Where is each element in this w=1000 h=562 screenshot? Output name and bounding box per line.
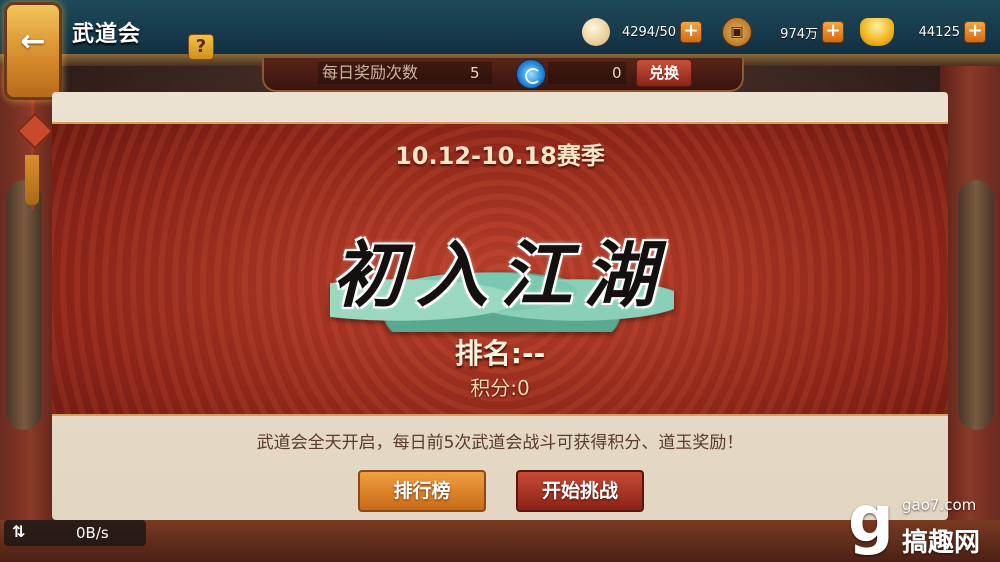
add-stamina-button[interactable]: +	[680, 21, 702, 43]
back-button[interactable]: ←	[4, 2, 62, 100]
start-challenge-button[interactable]: 开始挑战	[516, 470, 644, 512]
watermark-logo: g	[848, 483, 894, 557]
exchange-button[interactable]: 兑换	[636, 59, 692, 87]
help-button[interactable]: ?	[188, 34, 214, 60]
network-speed-indicator: ⇅ 0B/s	[4, 520, 146, 546]
copper-value: 974万	[780, 26, 818, 42]
steamed-bun-icon	[582, 18, 610, 46]
main-panel: 10.12-10.18赛季 初入江湖 排名:-- 积分:0 武道会全天开启，每日…	[52, 92, 948, 520]
rank-text: 排名:--	[454, 337, 546, 370]
add-gold-button[interactable]: +	[964, 21, 986, 43]
currency-gold: 44125 +	[860, 18, 986, 46]
pillar-left	[6, 180, 42, 430]
back-arrow-icon: ←	[20, 24, 46, 59]
gold-value: 44125	[918, 24, 960, 40]
network-speed: 0B/s	[76, 524, 109, 542]
season-banner: 10.12-10.18赛季 初入江湖 排名:-- 积分:0	[52, 122, 948, 416]
leaderboard-button[interactable]: 排行榜	[358, 470, 486, 512]
watermark-url: gao7.com	[902, 496, 977, 514]
season-title: 10.12-10.18赛季	[395, 142, 605, 170]
currency-stamina: 4294/50 +	[582, 18, 702, 46]
daily-reward-label: 每日奖励次数	[318, 62, 492, 84]
tassel-decoration	[16, 100, 54, 210]
transfer-arrows-icon: ⇅	[12, 522, 26, 541]
tier-title: 初入江湖	[331, 232, 668, 317]
gold-ingot-icon	[860, 18, 894, 46]
currency-copper: ▣ 974万 +	[722, 17, 844, 47]
watermark: g gao7.com 搞趣网	[848, 488, 998, 560]
add-copper-button[interactable]: +	[822, 21, 844, 43]
watermark-name: 搞趣网	[902, 528, 981, 558]
daily-reward-count: 5	[470, 64, 480, 82]
info-text: 武道会全天开启，每日前5次武道会战斗可获得积分、道玉奖励！	[256, 433, 744, 453]
copper-coin-icon: ▣	[722, 17, 752, 47]
pillar-right	[958, 180, 994, 430]
stamina-value: 4294/50	[621, 24, 676, 40]
score-text: 积分:0	[470, 376, 530, 400]
daily-reward-bar: 每日奖励次数 5 0 兑换	[262, 58, 744, 92]
page-title: 武道会	[72, 22, 142, 47]
jade-token-icon	[516, 59, 546, 89]
jade-count: 0	[612, 64, 622, 82]
